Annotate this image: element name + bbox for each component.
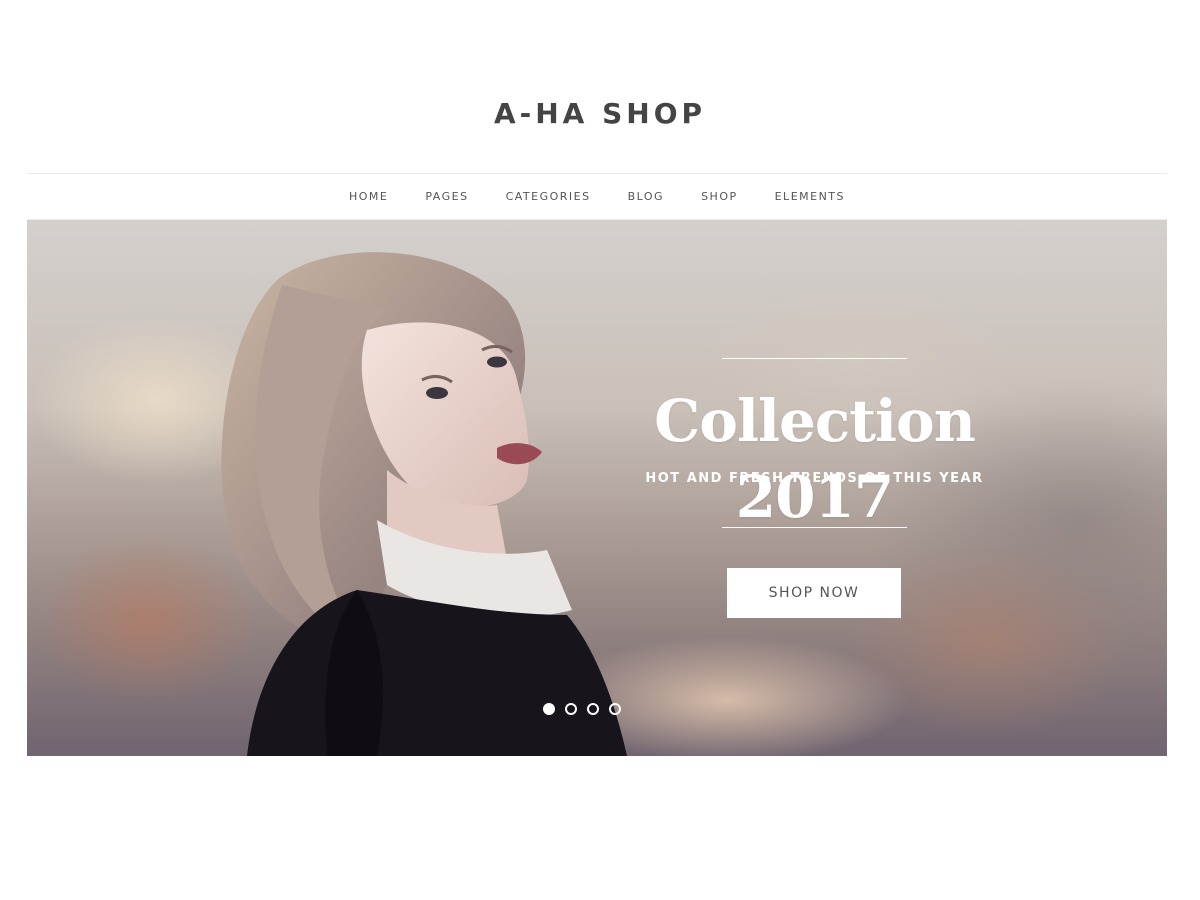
nav-item-blog[interactable]: BLOG bbox=[628, 190, 664, 203]
hero-divider-bottom bbox=[722, 527, 907, 528]
nav-item-home[interactable]: HOME bbox=[349, 190, 388, 203]
site-logo[interactable]: A-HA SHOP bbox=[0, 94, 1200, 134]
slider-dot-2[interactable] bbox=[565, 703, 577, 715]
shop-now-button[interactable]: SHOP NOW bbox=[727, 568, 901, 618]
slider-dot-3[interactable] bbox=[587, 703, 599, 715]
hero-slider[interactable]: Collection 2017 HOT AND FRESH TRENDS OF … bbox=[27, 220, 1167, 756]
main-nav: HOME PAGES CATEGORIES BLOG SHOP ELEMENTS bbox=[0, 174, 1200, 219]
slider-dot-4[interactable] bbox=[609, 703, 621, 715]
hero-subtitle: HOT AND FRESH TRENDS OF THIS YEAR bbox=[645, 471, 984, 486]
hero-caption: Collection 2017 HOT AND FRESH TRENDS OF … bbox=[592, 220, 1037, 756]
nav-item-categories[interactable]: CATEGORIES bbox=[506, 190, 591, 203]
nav-item-shop[interactable]: SHOP bbox=[701, 190, 738, 203]
hero-divider-top bbox=[722, 358, 907, 359]
nav-item-pages[interactable]: PAGES bbox=[425, 190, 468, 203]
page: A-HA SHOP HOME PAGES CATEGORIES BLOG SHO… bbox=[0, 0, 1200, 900]
slider-pagination bbox=[27, 703, 1167, 715]
nav-item-elements[interactable]: ELEMENTS bbox=[775, 190, 845, 203]
hero-title: Collection 2017 bbox=[654, 387, 976, 531]
slider-dot-1[interactable] bbox=[543, 703, 555, 715]
